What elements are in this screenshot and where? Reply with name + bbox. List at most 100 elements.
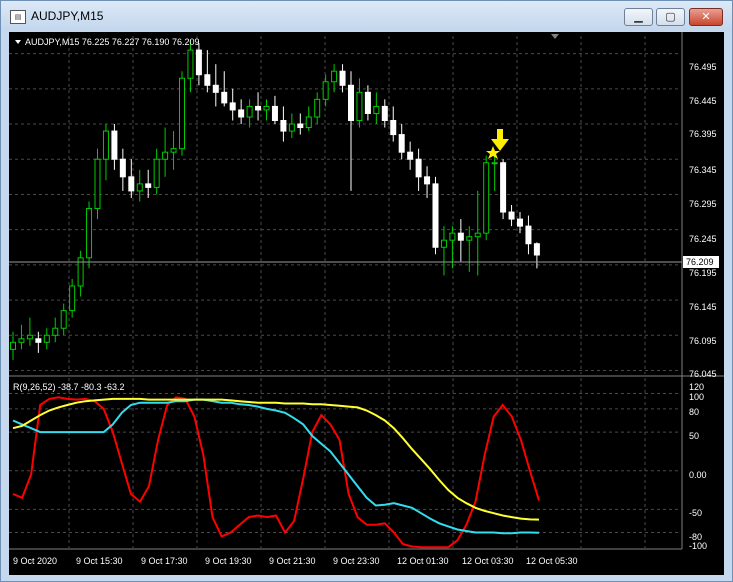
price-label: 76.045 [689,369,717,379]
candle-body [466,236,473,241]
price-label: 76.345 [689,165,717,175]
chart-menu-triangle-icon[interactable] [15,40,21,44]
candle-body [483,162,490,234]
time-label: 9 Oct 15:30 [76,556,123,566]
candle-body [162,151,169,160]
candle-body [60,310,67,329]
indicator-level: -50 [689,508,702,518]
candle-body [288,123,295,132]
time-label: 9 Oct 17:30 [141,556,188,566]
candle-body [331,70,338,83]
price-label: 76.495 [689,62,717,72]
candle-body [128,176,135,192]
price-label: 76.195 [689,268,717,278]
candle-body [246,105,253,118]
candle-body [102,130,109,160]
indicator-level: 120 [689,382,704,392]
chart-canvas[interactable]: AUDJPY,M15 76.225 76.227 76.190 76.209 R… [9,32,724,575]
window-title: AUDJPY,M15 [31,9,104,23]
candle-body [398,134,405,153]
time-label: 9 Oct 19:30 [205,556,252,566]
candle-body [212,84,219,93]
maximize-button[interactable]: ▢ [656,8,685,26]
candle-body [457,232,464,241]
price-labels: 76.495 76.445 76.395 76.345 76.295 76.24… [689,62,717,379]
candle-body [381,105,388,121]
price-chart-svg[interactable]: AUDJPY,M15 76.225 76.227 76.190 76.209 R… [9,32,724,575]
current-price-label: 76.209 [686,257,714,267]
candle-body [94,158,101,210]
time-label: 12 Oct 03:30 [462,556,514,566]
time-label: 12 Oct 01:30 [397,556,449,566]
candles-group [10,39,540,360]
candle-body [280,120,287,132]
indicator-level: 0.00 [689,470,707,480]
candle-body [153,158,160,188]
candle-body [305,116,312,129]
time-label: 9 Oct 2020 [13,556,57,566]
candle-body [221,91,228,104]
candle-body [26,334,33,340]
candle-body [69,285,76,312]
price-label: 76.245 [689,234,717,244]
candle-body [364,91,371,114]
time-label: 9 Oct 23:30 [333,556,380,566]
chart-shift-marker-icon[interactable] [551,34,559,39]
candle-body [86,208,93,259]
main-chart-header: AUDJPY,M15 76.225 76.227 76.190 76.209 [25,37,199,47]
candle-body [348,84,354,121]
candle-body [187,49,194,79]
candle-body [415,158,422,178]
price-label: 76.445 [689,96,717,106]
time-label: 9 Oct 21:30 [269,556,316,566]
chart-window: ▤ AUDJPY,M15 ▁ ▢ ✕ AUDJPY,M15 76.225 76.… [0,0,733,582]
candle-body [229,102,236,111]
oscillator-line-medium [12,398,540,535]
minimize-button[interactable]: ▁ [624,8,653,26]
candle-body [179,77,185,150]
candle-body [356,91,363,121]
candle-body [440,239,447,248]
indicator-level: 80 [689,407,699,417]
title-bar[interactable]: ▤ AUDJPY,M15 ▁ ▢ ✕ [1,1,732,31]
oscillator-group [12,396,540,549]
candle-body [263,105,270,111]
oscillator-line-fast [12,396,540,549]
candle-body [111,130,118,160]
candle-body [271,105,278,121]
indicator-level: -100 [689,541,707,551]
candle-body [145,183,152,188]
candle-body [339,70,346,86]
candle-body [432,183,439,248]
indicator-header: R(9,26,52) -38.7 -80.3 -63.2 [13,382,125,392]
candle-body [390,120,397,136]
oscillator-line-slow [12,397,540,521]
candle-body [119,158,126,178]
candle-body [424,176,431,185]
down-arrow-icon [491,129,509,151]
candle-body [517,218,523,227]
candle-body [508,211,515,220]
close-button[interactable]: ✕ [689,8,723,26]
candle-body [136,183,143,192]
candle-body [407,151,414,160]
chart-window-icon: ▤ [10,10,26,24]
candle-body [170,148,177,153]
time-label: 12 Oct 05:30 [526,556,578,566]
candle-body [297,123,304,129]
candle-body [35,338,42,343]
candle-body [474,232,481,238]
candle-body [525,225,532,245]
candle-body [322,81,329,100]
indicator-level: 50 [689,431,699,441]
candle-body [449,232,456,241]
candle-body [204,74,211,86]
candle-body [491,162,498,165]
price-label: 76.145 [689,302,717,312]
time-axis-labels: 9 Oct 2020 9 Oct 15:30 9 Oct 17:30 9 Oct… [13,556,578,566]
candle-body [10,341,16,350]
price-label: 76.295 [689,199,717,209]
candle-body [314,98,321,118]
candle-body [195,49,202,76]
candle-body [43,334,50,343]
